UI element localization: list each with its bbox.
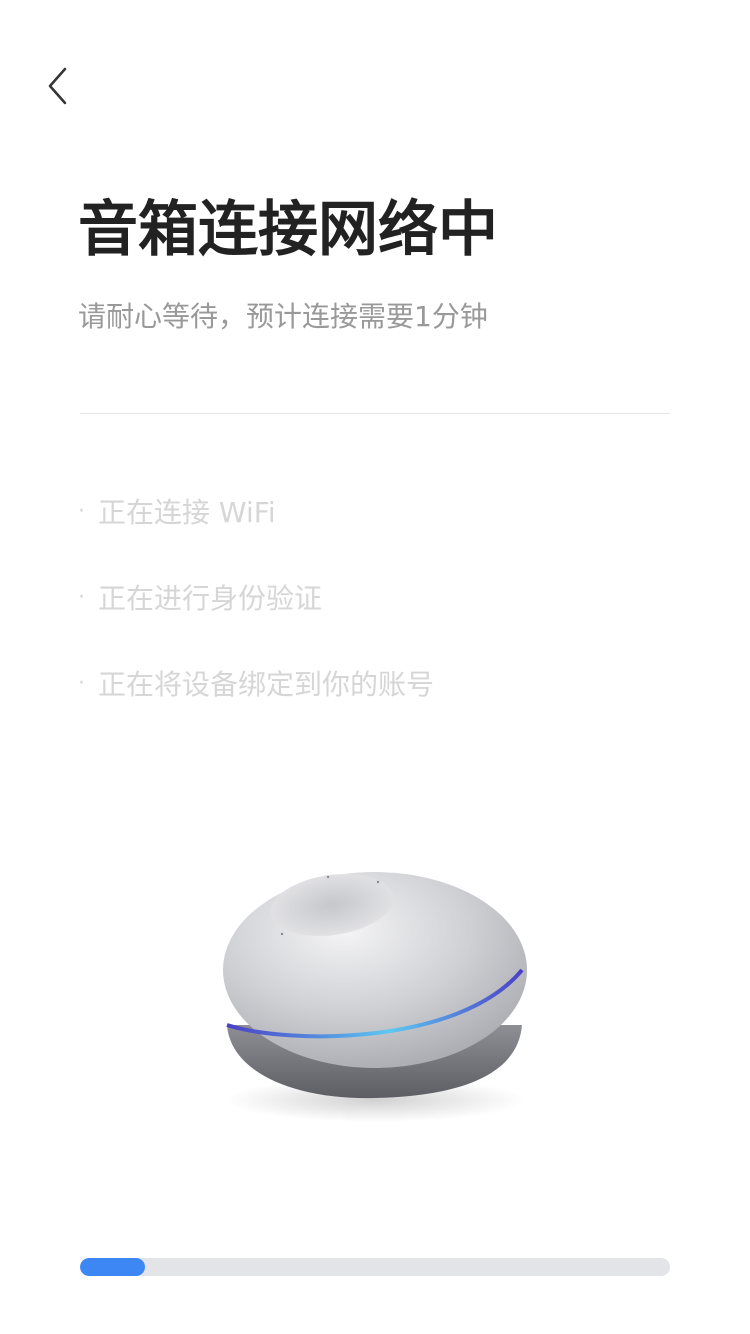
- step-bullet: ·: [78, 498, 85, 524]
- step-authentication: · 正在进行身份验证: [78, 574, 434, 620]
- connecting-page: 音箱连接网络中 请耐心等待，预计连接需要1分钟 · 正在连接 WiFi · 正在…: [0, 0, 750, 1334]
- page-subtitle: 请耐心等待，预计连接需要1分钟: [78, 300, 488, 333]
- step-bullet: ·: [78, 670, 85, 696]
- chevron-left-icon: [48, 67, 67, 105]
- divider: [80, 413, 670, 414]
- step-bullet: ·: [78, 584, 85, 610]
- step-connect-wifi: · 正在连接 WiFi: [78, 488, 434, 534]
- step-label: 正在进行身份验证: [98, 582, 323, 615]
- back-button[interactable]: [30, 56, 86, 116]
- step-label: 正在将设备绑定到你的账号: [98, 668, 435, 701]
- connection-progress-bar: [80, 1258, 670, 1276]
- page-title: 音箱连接网络中: [78, 195, 498, 265]
- step-label: 正在连接 WiFi: [98, 496, 276, 529]
- connection-steps-list: · 正在连接 WiFi · 正在进行身份验证 · 正在将设备绑定到你的账号: [78, 488, 434, 746]
- progress-fill: [80, 1258, 145, 1276]
- step-bind-account: · 正在将设备绑定到你的账号: [78, 660, 434, 706]
- smart-speaker-image: [223, 872, 527, 1122]
